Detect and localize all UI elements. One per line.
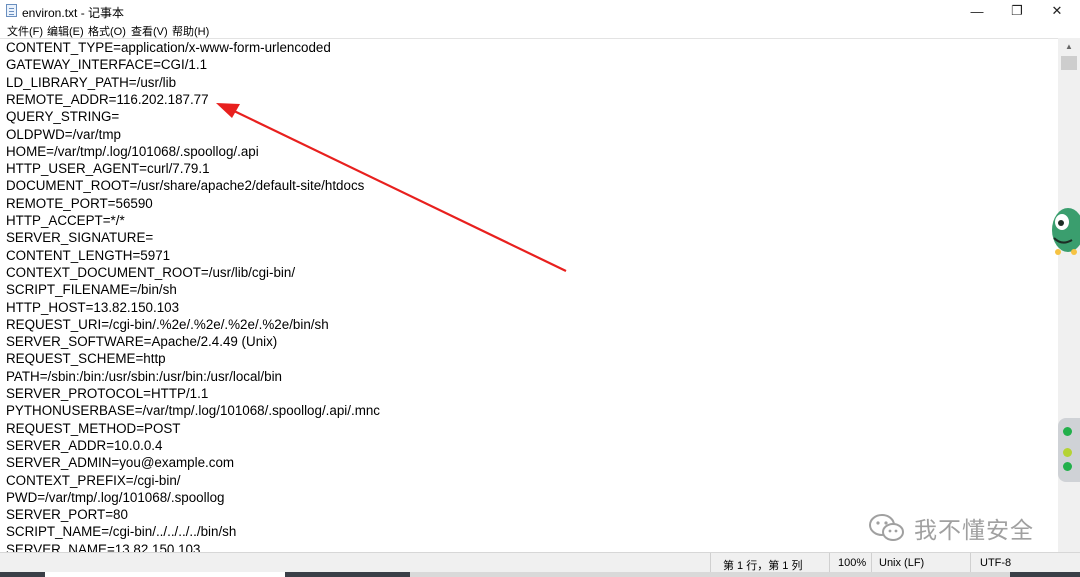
menu-help[interactable]: 帮助(H) [172, 23, 209, 39]
text-line: LD_LIBRARY_PATH=/usr/lib [6, 74, 177, 90]
minimize-icon: — [970, 3, 984, 19]
mascot-icon [1052, 208, 1080, 255]
menu-format[interactable]: 格式(O) [88, 23, 126, 39]
lime-dot-icon [1063, 448, 1072, 457]
text-line: SERVER_SOFTWARE=Apache/2.4.49 (Unix) [6, 334, 278, 350]
text-line: PWD=/var/tmp/.log/101068/.spoollog [6, 489, 225, 505]
menu-view[interactable]: 查看(V) [131, 23, 168, 39]
text-line: CONTENT_LENGTH=5971 [6, 247, 171, 263]
text-line: HTTP_ACCEPT=*/* [6, 213, 125, 228]
menu-bar: 文件(F) 编辑(E) 格式(O) 查看(V) 帮助(H) [0, 22, 1080, 38]
watermark-text: 我不懂安全 [914, 517, 1034, 543]
text-line: REQUEST_URI=/cgi-bin/.%2e/.%2e/.%2e/.%2e… [6, 316, 329, 332]
taskbar-strip [0, 572, 1080, 577]
text-line: PATH=/sbin:/bin:/usr/sbin:/usr/bin:/usr/… [6, 368, 282, 384]
text-line: QUERY_STRING= [6, 109, 120, 125]
green-dot-icon [1063, 462, 1072, 471]
status-divider [829, 553, 830, 573]
text-line: GATEWAY_INTERFACE=CGI/1.1 [6, 57, 208, 73]
status-line-ending: Unix (LF) [879, 557, 925, 569]
status-position: 第 1 行，第 1 列 [723, 560, 803, 572]
status-divider [871, 553, 872, 573]
status-divider [710, 553, 711, 573]
menu-file[interactable]: 文件(F) [7, 23, 43, 39]
side-widget[interactable] [1058, 418, 1080, 482]
text-line: SERVER_ADMIN=you@example.com [6, 455, 235, 471]
watermark: 我不懂安全 [868, 512, 1034, 544]
text-line: REQUEST_METHOD=POST [6, 420, 181, 436]
maximize-icon: ❐ [1011, 3, 1023, 18]
text-line: SCRIPT_FILENAME=/bin/sh [6, 282, 177, 298]
taskbar-segment [410, 572, 1010, 577]
status-encoding: UTF-8 [980, 557, 1012, 569]
text-line: HTTP_HOST=13.82.150.103 [6, 299, 180, 315]
text-line: CONTEXT_PREFIX=/cgi-bin/ [6, 472, 181, 488]
text-line: CONTEXT_DOCUMENT_ROOT=/usr/lib/cgi-bin/ [6, 264, 296, 280]
green-dot-icon [1063, 427, 1072, 436]
title-bar: environ.txt - 记事本 — ❐ ✕ [0, 0, 1080, 22]
text-line: SERVER_PROTOCOL=HTTP/1.1 [6, 386, 209, 401]
text-line: HOME=/var/tmp/.log/101068/.spoollog/.api [6, 143, 259, 159]
taskbar-segment [45, 572, 285, 577]
text-line: SERVER_SIGNATURE= [6, 230, 154, 246]
text-line: CONTENT_TYPE=application/x-www-form-urle… [6, 40, 331, 55]
text-line: HTTP_USER_AGENT=curl/7.79.1 [6, 161, 210, 177]
text-line: SCRIPT_NAME=/cgi-bin/../../../../bin/sh [6, 524, 237, 540]
text-line: REQUEST_SCHEME=http [6, 351, 166, 367]
close-icon: ✕ [1051, 3, 1063, 18]
text-line: REMOTE_PORT=56590 [6, 195, 153, 211]
window-title: environ.txt - 记事本 [22, 6, 125, 20]
status-zoom: 100% [838, 557, 867, 569]
text-editor[interactable]: CONTENT_TYPE=application/x-www-form-urle… [0, 38, 1058, 553]
close-button[interactable]: ✕ [1034, 0, 1080, 22]
text-line: PYTHONUSERBASE=/var/tmp/.log/101068/.spo… [6, 403, 380, 419]
wechat-icon [869, 514, 904, 541]
text-line: SERVER_ADDR=10.0.0.4 [6, 437, 163, 453]
status-bar: 第 1 行，第 1 列 100% Unix (LF) UTF-8 [0, 552, 1080, 573]
scroll-up-icon[interactable]: ▲ [1058, 38, 1080, 54]
notepad-icon [6, 4, 17, 17]
status-divider [970, 553, 971, 573]
text-line: SERVER_PORT=80 [6, 507, 128, 523]
text-line: DOCUMENT_ROOT=/usr/share/apache2/default… [6, 178, 365, 194]
scroll-thumb[interactable] [1061, 56, 1077, 70]
text-line: OLDPWD=/var/tmp [6, 126, 121, 142]
menu-edit[interactable]: 编辑(E) [47, 23, 84, 39]
text-line: REMOTE_ADDR=116.202.187.77 [6, 91, 209, 107]
